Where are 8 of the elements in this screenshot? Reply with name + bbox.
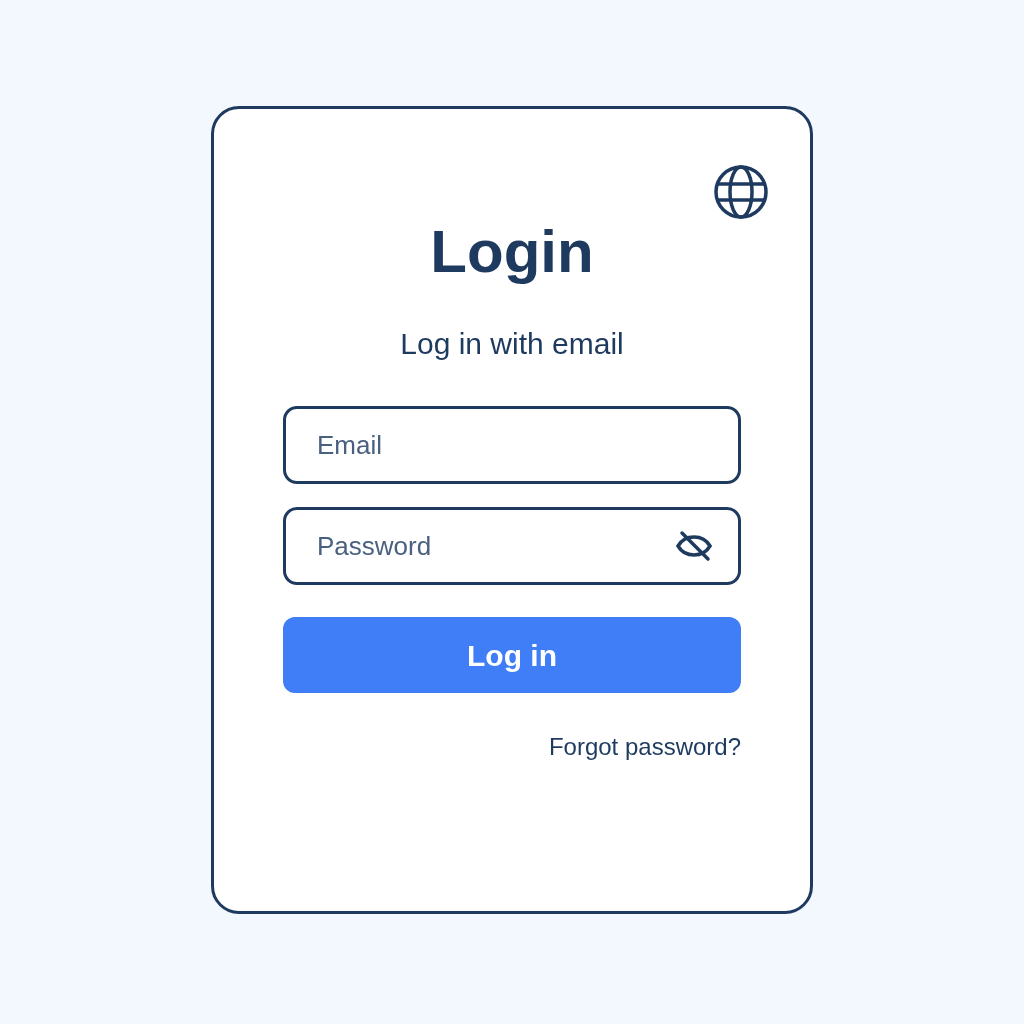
forgot-password-link[interactable]: Forgot password? [548, 732, 741, 762]
login-button[interactable]: Log in [283, 617, 741, 693]
email-field[interactable]: Email [283, 406, 741, 484]
globe-icon[interactable] [714, 165, 768, 219]
password-field[interactable]: Password [283, 507, 741, 585]
eye-slash-icon[interactable] [675, 530, 713, 562]
subtitle: Log in with email [399, 326, 625, 362]
login-title: Login [429, 222, 595, 282]
